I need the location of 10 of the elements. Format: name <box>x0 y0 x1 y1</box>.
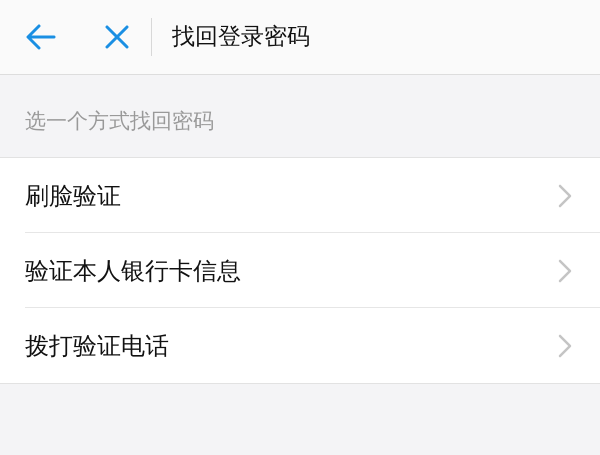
close-icon <box>105 25 129 49</box>
page-title: 找回登录密码 <box>172 22 310 52</box>
chevron-right-icon <box>558 334 572 358</box>
option-row[interactable]: 拨打验证电话 <box>0 308 600 383</box>
chevron-right-icon <box>558 258 572 282</box>
back-arrow-icon <box>26 24 56 50</box>
option-row[interactable]: 验证本人银行卡信息 <box>0 233 600 308</box>
chevron-right-icon <box>558 184 572 208</box>
section-heading: 选一个方式找回密码 <box>25 108 214 136</box>
option-row[interactable]: 刷脸验证 <box>0 158 600 233</box>
